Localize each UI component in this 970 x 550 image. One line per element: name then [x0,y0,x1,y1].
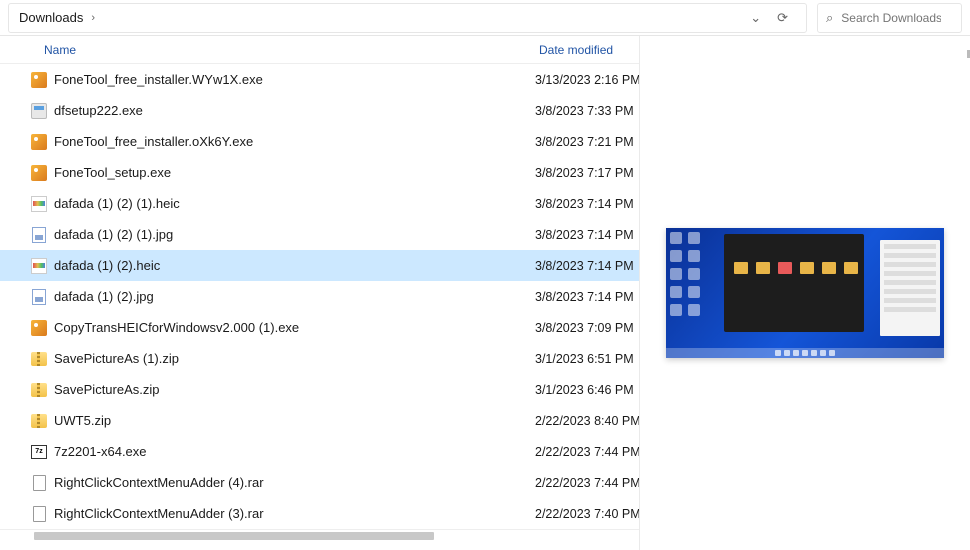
column-header-name[interactable]: Name [0,43,539,57]
file-date: 3/8/2023 7:17 PM [535,166,639,180]
file-row[interactable]: 7z 7z2201-x64.exe2/22/2023 7:44 PM [0,436,639,467]
file-row[interactable]: RightClickContextMenuAdder (4).rar2/22/2… [0,467,639,498]
zip-icon [30,412,48,430]
search-box[interactable]: ⌕ [817,3,962,33]
file-name: dafada (1) (2).jpg [54,289,535,304]
file-row[interactable]: FoneTool_free_installer.oXk6Y.exe3/8/202… [0,126,639,157]
file-date: 3/1/2023 6:46 PM [535,383,639,397]
file-date: 3/13/2023 2:16 PM [535,73,639,87]
file-date: 3/8/2023 7:14 PM [535,290,639,304]
dropdown-icon[interactable]: ⌄ [742,10,769,26]
breadcrumb[interactable]: Downloads [19,10,83,25]
file-row[interactable]: dafada (1) (2).heic3/8/2023 7:14 PM [0,250,639,281]
file-row[interactable]: SavePictureAs (1).zip3/1/2023 6:51 PM [0,343,639,374]
exe-icon [30,102,48,120]
file-row[interactable]: dafada (1) (2).jpg3/8/2023 7:14 PM [0,281,639,312]
file-row[interactable]: RightClickContextMenuAdder (3).rar2/22/2… [0,498,639,529]
file-date: 2/22/2023 7:40 PM [535,507,639,521]
installer-icon [30,164,48,182]
address-bar-row: Downloads › ⌄ ⟳ ⌕ [0,0,970,36]
file-date: 3/1/2023 6:51 PM [535,352,639,366]
scrollbar-thumb[interactable] [34,532,434,540]
installer-icon [30,319,48,337]
file-name: RightClickContextMenuAdder (4).rar [54,475,535,490]
file-icon [30,474,48,492]
file-date: 3/8/2023 7:14 PM [535,197,639,211]
installer-icon [30,133,48,151]
zip-icon [30,381,48,399]
jpg-icon [30,226,48,244]
heic-icon [30,195,48,213]
file-date: 2/22/2023 7:44 PM [535,476,639,490]
file-row[interactable]: dfsetup222.exe3/8/2023 7:33 PM [0,95,639,126]
file-name: UWT5.zip [54,413,535,428]
file-name: FoneTool_free_installer.WYw1X.exe [54,72,535,87]
file-date: 3/8/2023 7:09 PM [535,321,639,335]
sevenz-icon: 7z [30,443,48,461]
file-name: dafada (1) (2).heic [54,258,535,273]
installer-icon [30,71,48,89]
search-input[interactable] [841,11,941,25]
column-header-row: Name Date modified [0,36,639,64]
file-name: CopyTransHEICforWindowsv2.000 (1).exe [54,320,535,335]
file-date: 2/22/2023 7:44 PM [535,445,639,459]
file-name: dafada (1) (2) (1).jpg [54,227,535,242]
file-name: FoneTool_setup.exe [54,165,535,180]
file-name: 7z2201-x64.exe [54,444,535,459]
refresh-icon[interactable]: ⟳ [769,10,796,26]
address-bar[interactable]: Downloads › ⌄ ⟳ [8,3,807,33]
chevron-right-icon[interactable]: › [91,12,95,24]
file-name: RightClickContextMenuAdder (3).rar [54,506,535,521]
preview-pane [640,36,970,550]
file-row[interactable]: CopyTransHEICforWindowsv2.000 (1).exe3/8… [0,312,639,343]
file-name: SavePictureAs.zip [54,382,535,397]
file-name: dfsetup222.exe [54,103,535,118]
horizontal-scrollbar[interactable] [0,529,639,541]
file-rows: FoneTool_free_installer.WYw1X.exe3/13/20… [0,64,639,529]
file-icon [30,505,48,523]
heic-icon [30,257,48,275]
jpg-icon [30,288,48,306]
file-date: 3/8/2023 7:14 PM [535,228,639,242]
file-date: 3/8/2023 7:14 PM [535,259,639,273]
file-row[interactable]: UWT5.zip2/22/2023 8:40 PM [0,405,639,436]
file-date: 3/8/2023 7:33 PM [535,104,639,118]
file-row[interactable]: FoneTool_setup.exe3/8/2023 7:17 PM [0,157,639,188]
zip-icon [30,350,48,368]
file-name: SavePictureAs (1).zip [54,351,535,366]
file-date: 2/22/2023 8:40 PM [535,414,639,428]
file-name: dafada (1) (2) (1).heic [54,196,535,211]
file-row[interactable]: dafada (1) (2) (1).jpg3/8/2023 7:14 PM [0,219,639,250]
file-name: FoneTool_free_installer.oXk6Y.exe [54,134,535,149]
column-header-date[interactable]: Date modified [539,43,639,57]
file-row[interactable]: FoneTool_free_installer.WYw1X.exe3/13/20… [0,64,639,95]
file-row[interactable]: dafada (1) (2) (1).heic3/8/2023 7:14 PM [0,188,639,219]
file-list-pane: Name Date modified FoneTool_free_install… [0,36,640,550]
file-row[interactable]: SavePictureAs.zip3/1/2023 6:46 PM [0,374,639,405]
file-date: 3/8/2023 7:21 PM [535,135,639,149]
search-icon: ⌕ [826,10,833,26]
preview-thumbnail [666,228,944,358]
